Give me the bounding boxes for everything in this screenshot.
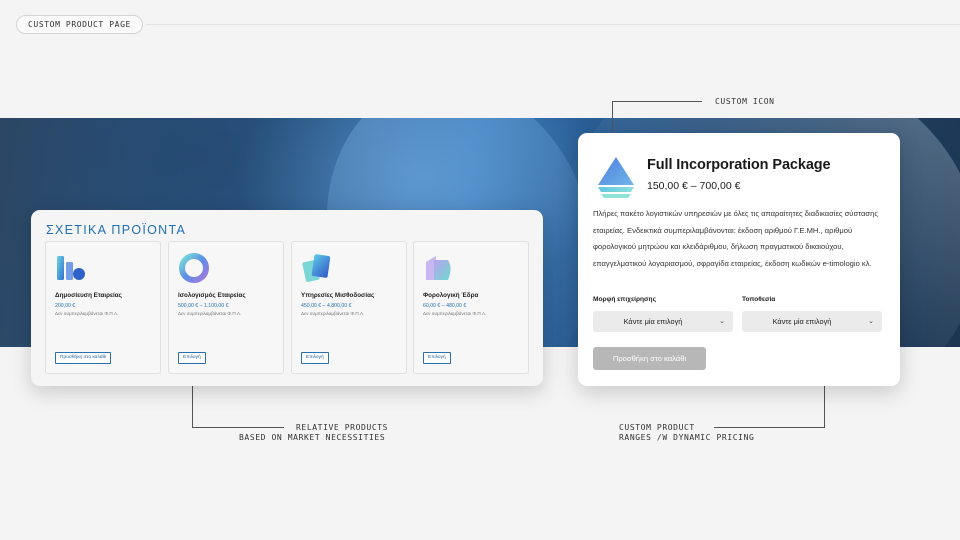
annotation-custom-range-line2: RANGES /W DYNAMIC PRICING [619, 433, 755, 442]
product-tile-price: 450,00 € – 4.800,00 € [301, 303, 352, 309]
location-value: Κάντε μία επιλογή [772, 317, 832, 326]
product-tile-vat: Δεν συμπεριλαμβάνεται Φ.Π.Α. [55, 311, 119, 316]
product-tile-vat: Δεν συμπεριλαμβάνεται Φ.Π.Α. [423, 311, 487, 316]
product-tile[interactable]: Υπηρεσίες Μισθοδοσίας 450,00 € – 4.800,0… [291, 241, 407, 374]
pyramid-icon [598, 157, 634, 198]
chevron-down-icon: ⌄ [719, 318, 725, 325]
annotation-custom-icon: CUSTOM ICON [715, 97, 775, 106]
product-tile-name: Υπηρεσίες Μισθοδοσίας [301, 292, 375, 299]
product-tile[interactable]: Φορολογική Έδρα 60,00 € – 480,00 € Δεν σ… [413, 241, 529, 374]
select-options-button[interactable]: Επιλογή [301, 352, 329, 364]
product-tile-price: 200,00 € [55, 303, 76, 309]
connector-custom-range-h [714, 427, 824, 428]
product-price-range: 150,00 € – 700,00 € [647, 180, 741, 192]
product-tile-price: 500,00 € – 1.100,00 € [178, 303, 229, 309]
business-type-label: Μορφή επιχείρησης [593, 296, 657, 303]
connector-related-v [192, 386, 193, 428]
page-tag: CUSTOM PRODUCT PAGE [16, 15, 143, 34]
annotation-related-line2: BASED ON MARKET NECESSITIES [239, 433, 386, 442]
chevron-down-icon: ⌄ [868, 318, 874, 325]
product-tile[interactable]: Δημοσίευση Εταιρείας 200,00 € Δεν συμπερ… [45, 241, 161, 374]
business-type-select[interactable]: Κάντε μία επιλογή ⌄ [593, 311, 733, 332]
product-card: Full Incorporation Package 150,00 € – 70… [578, 133, 900, 386]
product-tile-vat: Δεν συμπεριλαμβάνεται Φ.Π.Α. [301, 311, 365, 316]
connector-custom-icon-h [612, 101, 702, 102]
location-select[interactable]: Κάντε μία επιλογή ⌄ [742, 311, 882, 332]
product-tile-vat: Δεν συμπεριλαμβάνεται Φ.Π.Α. [178, 311, 242, 316]
annotation-related-line1: RELATIVE PRODUCTS [296, 423, 389, 432]
location-label: Τοποθεσία [742, 296, 776, 303]
product-tile[interactable]: Ισολογισμός Εταιρείας 500,00 € – 1.100,0… [168, 241, 284, 374]
building-icon [426, 256, 451, 280]
bars-icon [57, 256, 85, 280]
product-description: Πλήρες πακέτο λογιστικών υπηρεσιών με όλ… [593, 209, 879, 268]
donut-icon [179, 253, 209, 283]
related-products-card: ΣΧΕΤΙΚΑ ΠΡΟΪΟΝΤΑ Δημοσίευση Εταιρείας 20… [31, 210, 543, 386]
cards-icon [302, 254, 331, 282]
product-tile-name: Φορολογική Έδρα [423, 292, 479, 299]
select-options-button[interactable]: Επιλογή [423, 352, 451, 364]
related-products-title: ΣΧΕΤΙΚΑ ΠΡΟΪΟΝΤΑ [46, 223, 187, 237]
select-options-button[interactable]: Επιλογή [178, 352, 206, 364]
stage: CUSTOM PRODUCT PAGE CUSTOM ICON RELATIVE… [0, 0, 960, 540]
product-tile-name: Δημοσίευση Εταιρείας [55, 292, 122, 299]
product-tile-name: Ισολογισμός Εταιρείας [178, 292, 246, 299]
product-tile-price: 60,00 € – 480,00 € [423, 303, 467, 309]
connector-related-h [192, 427, 284, 428]
business-type-value: Κάντε μία επιλογή [623, 317, 683, 326]
add-to-cart-button[interactable]: Προσθήκη στο καλάθι [593, 347, 706, 370]
add-to-cart-button[interactable]: Προσθήκη στο καλάθι [55, 352, 112, 364]
product-title: Full Incorporation Package [647, 157, 831, 173]
annotation-custom-range-line1: CUSTOM PRODUCT [619, 423, 695, 432]
top-divider [146, 24, 960, 25]
